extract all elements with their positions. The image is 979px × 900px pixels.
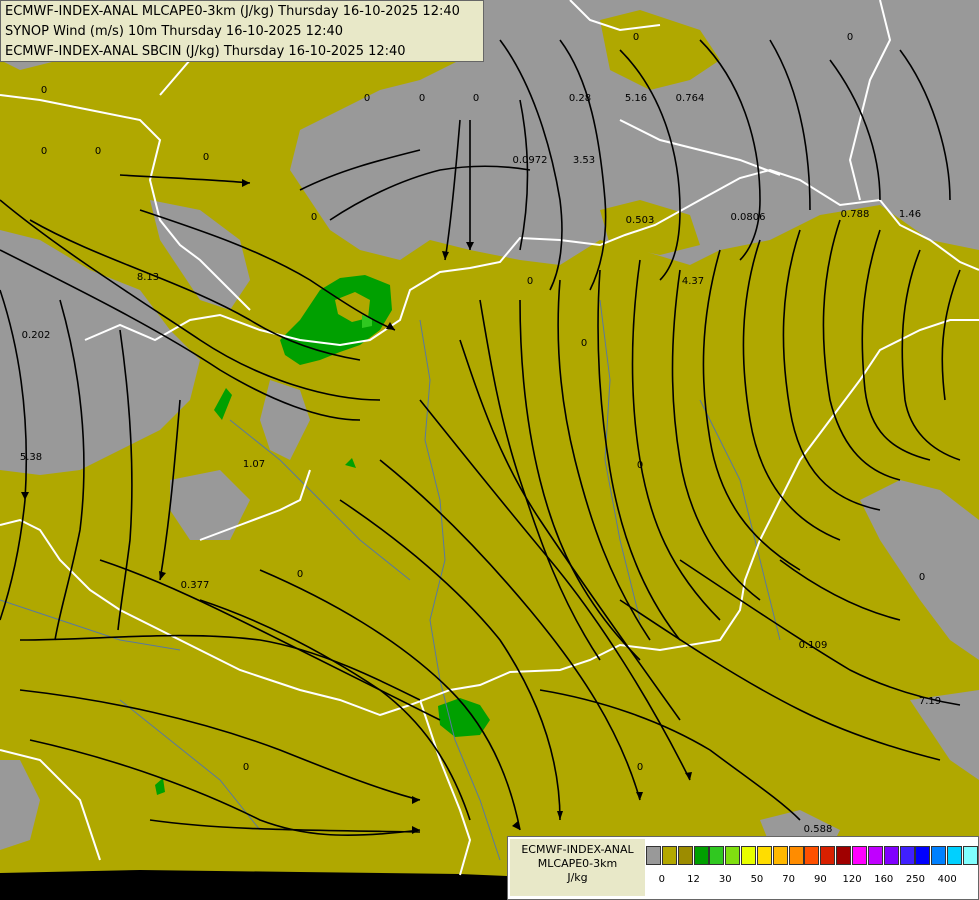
legend-ticks: 0 12 30 50 70 90 120 160 250 400: [646, 874, 976, 888]
sbcin-label: 0.202: [22, 330, 51, 341]
legend-swatch: [867, 846, 883, 865]
legend-swatch: [693, 846, 709, 865]
sbcin-label: 0: [919, 572, 925, 583]
sbcin-label: 0: [581, 338, 587, 349]
legend-parameter: MLCAPE0-3km: [537, 857, 618, 870]
legend-units: J/kg: [567, 871, 588, 884]
sbcin-label: 0.788: [841, 209, 870, 220]
sbcin-label: 0: [473, 93, 479, 104]
sbcin-label: 0.503: [626, 215, 655, 226]
legend-tick: 70: [782, 874, 796, 885]
legend-swatch: [931, 846, 947, 865]
sbcin-label: 1.46: [899, 209, 921, 220]
sbcin-label: 0: [637, 460, 643, 471]
legend-swatch: [772, 846, 788, 865]
sbcin-label: 0: [527, 276, 533, 287]
legend-tick: 50: [750, 874, 764, 885]
legend-tick: 120: [842, 874, 862, 885]
sbcin-label: 0: [41, 85, 47, 96]
title-wind: SYNOP Wind (m/s) 10m Thursday 16-10-2025…: [5, 24, 344, 39]
legend-swatch: [851, 846, 867, 865]
legend-swatch: [962, 846, 978, 865]
legend-swatch: [883, 846, 899, 865]
legend-tick: 12: [687, 874, 700, 885]
legend-swatch: [661, 846, 677, 865]
sbcin-label: 0: [311, 212, 317, 223]
legend-swatch: [677, 846, 693, 865]
title-sbcin: ECMWF-INDEX-ANAL SBCIN (J/kg) Thursday 1…: [5, 44, 406, 59]
legend-swatch: [725, 846, 741, 865]
legend-swatch: [756, 846, 772, 865]
forecast-map: 0 0 0 0 0 0 0 0 0 0 0 0 0 0 0 0 0 0.28 5…: [0, 0, 979, 900]
sbcin-label: 0.109: [799, 640, 828, 651]
sbcin-label: 1.07: [243, 459, 265, 470]
sbcin-label: 0.0806: [731, 212, 766, 223]
legend-swatch: [836, 846, 852, 865]
sbcin-label: 0: [364, 93, 370, 104]
legend-tick: 250: [905, 874, 925, 885]
legend-swatch: [820, 846, 836, 865]
title-mlcape: ECMWF-INDEX-ANAL MLCAPE0-3km (J/kg) Thur…: [5, 4, 460, 19]
sbcin-label: 7.19: [919, 696, 941, 707]
legend-swatch: [788, 846, 804, 865]
sbcin-label: 0: [41, 146, 47, 157]
map-title-box: ECMWF-INDEX-ANAL MLCAPE0-3km (J/kg) Thur…: [0, 0, 484, 62]
legend-swatch: [741, 846, 757, 865]
sbcin-label: 0: [847, 32, 853, 43]
sbcin-label: 0: [633, 32, 639, 43]
sbcin-label: 0.377: [181, 580, 210, 591]
legend-tick: 90: [813, 874, 827, 885]
sbcin-label: 0: [203, 152, 209, 163]
sbcin-label: 5.38: [20, 452, 42, 463]
legend-swatch: [709, 846, 725, 865]
legend-tick: 400: [937, 874, 957, 885]
legend-tick: 0: [658, 874, 666, 885]
legend-tick: 160: [874, 874, 894, 885]
sbcin-label: 0.588: [804, 824, 833, 835]
sbcin-label: 0: [243, 762, 249, 773]
legend-swatch: [915, 846, 931, 865]
color-legend: ECMWF-INDEX-ANAL MLCAPE0-3km J/kg 0 12 30 5…: [507, 836, 979, 900]
sbcin-label: 0: [297, 569, 303, 580]
sbcin-label: 0: [419, 93, 425, 104]
legend-source: ECMWF-INDEX-ANAL: [521, 843, 634, 856]
outside-domain: [0, 870, 507, 900]
legend-swatch: [899, 846, 915, 865]
legend-swatch: [804, 846, 820, 865]
sbcin-label: 3.53: [573, 155, 595, 166]
sbcin-label: 5.16: [625, 93, 647, 104]
legend-swatch: [947, 846, 963, 865]
legend-tick: 30: [718, 874, 732, 885]
sbcin-label: 8.13: [137, 272, 159, 283]
legend-swatches: [646, 846, 979, 865]
sbcin-label: 0.764: [676, 93, 705, 104]
sbcin-label: 0.0972: [513, 155, 548, 166]
sbcin-label: 0.28: [569, 93, 591, 104]
legend-label: ECMWF-INDEX-ANAL MLCAPE0-3km J/kg: [510, 839, 645, 896]
legend-swatch: [646, 846, 661, 865]
sbcin-label: 0: [95, 146, 101, 157]
sbcin-label: 4.37: [682, 276, 704, 287]
sbcin-label: 0: [637, 762, 643, 773]
